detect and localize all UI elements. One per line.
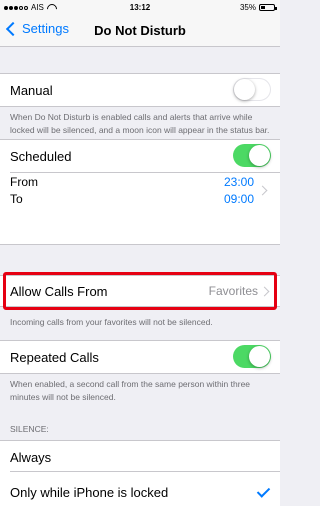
scheduled-label: Scheduled	[10, 149, 72, 164]
manual-row: Manual	[0, 74, 280, 106]
silence-option-label: Always	[10, 450, 52, 465]
status-bar: AIS 13:12 35%	[0, 0, 280, 15]
battery-percent: 35%	[239, 3, 256, 12]
silence-group: Always Only while iPhone is locked	[0, 440, 280, 506]
to-label: To	[10, 192, 23, 206]
schedule-times-row[interactable]: From 23:00 To 09:00	[0, 172, 280, 209]
repeated-calls-footer: When enabled, a second call from the sam…	[10, 379, 251, 402]
allow-calls-value: Favorites	[208, 284, 258, 298]
silence-section-header: SILENCE:	[10, 424, 49, 434]
to-time: 09:00	[223, 192, 254, 206]
silence-option-always[interactable]: Always	[0, 441, 280, 471]
from-time: 23:00	[223, 175, 254, 189]
repeated-calls-label: Repeated Calls	[10, 350, 99, 365]
from-label: From	[10, 175, 38, 189]
allow-calls-row[interactable]: Allow Calls From Favorites	[0, 276, 280, 306]
chevron-right-icon	[257, 185, 268, 196]
checkmark-icon	[256, 484, 271, 498]
repeated-calls-group: Repeated Calls	[0, 340, 280, 374]
scheduled-row: Scheduled	[0, 140, 280, 172]
scheduled-group: Scheduled From 23:00 To 09:00	[0, 139, 280, 245]
scheduled-toggle[interactable]	[233, 144, 271, 167]
allow-calls-footer: Incoming calls from your favorites will …	[10, 317, 213, 327]
chevron-right-icon	[259, 286, 270, 297]
page-title: Do Not Disturb	[94, 23, 186, 38]
allow-calls-label: Allow Calls From	[10, 284, 108, 299]
manual-toggle[interactable]	[233, 78, 271, 101]
manual-group: Manual	[0, 73, 280, 107]
manual-label: Manual	[10, 83, 53, 98]
repeated-calls-row: Repeated Calls	[0, 341, 280, 373]
battery-fill	[261, 6, 265, 9]
toggle-knob	[249, 346, 270, 367]
status-time: 13:12	[129, 3, 151, 12]
toggle-knob	[249, 145, 270, 166]
battery-icon	[259, 4, 277, 11]
toggle-knob	[234, 79, 255, 100]
manual-footer: When Do Not Disturb is enabled calls and…	[10, 112, 270, 135]
status-right: 35%	[239, 3, 277, 12]
navigation-bar: Settings Do Not Disturb	[0, 15, 280, 47]
repeated-calls-toggle[interactable]	[233, 345, 271, 368]
allow-calls-group: Allow Calls From Favorites	[0, 275, 280, 307]
